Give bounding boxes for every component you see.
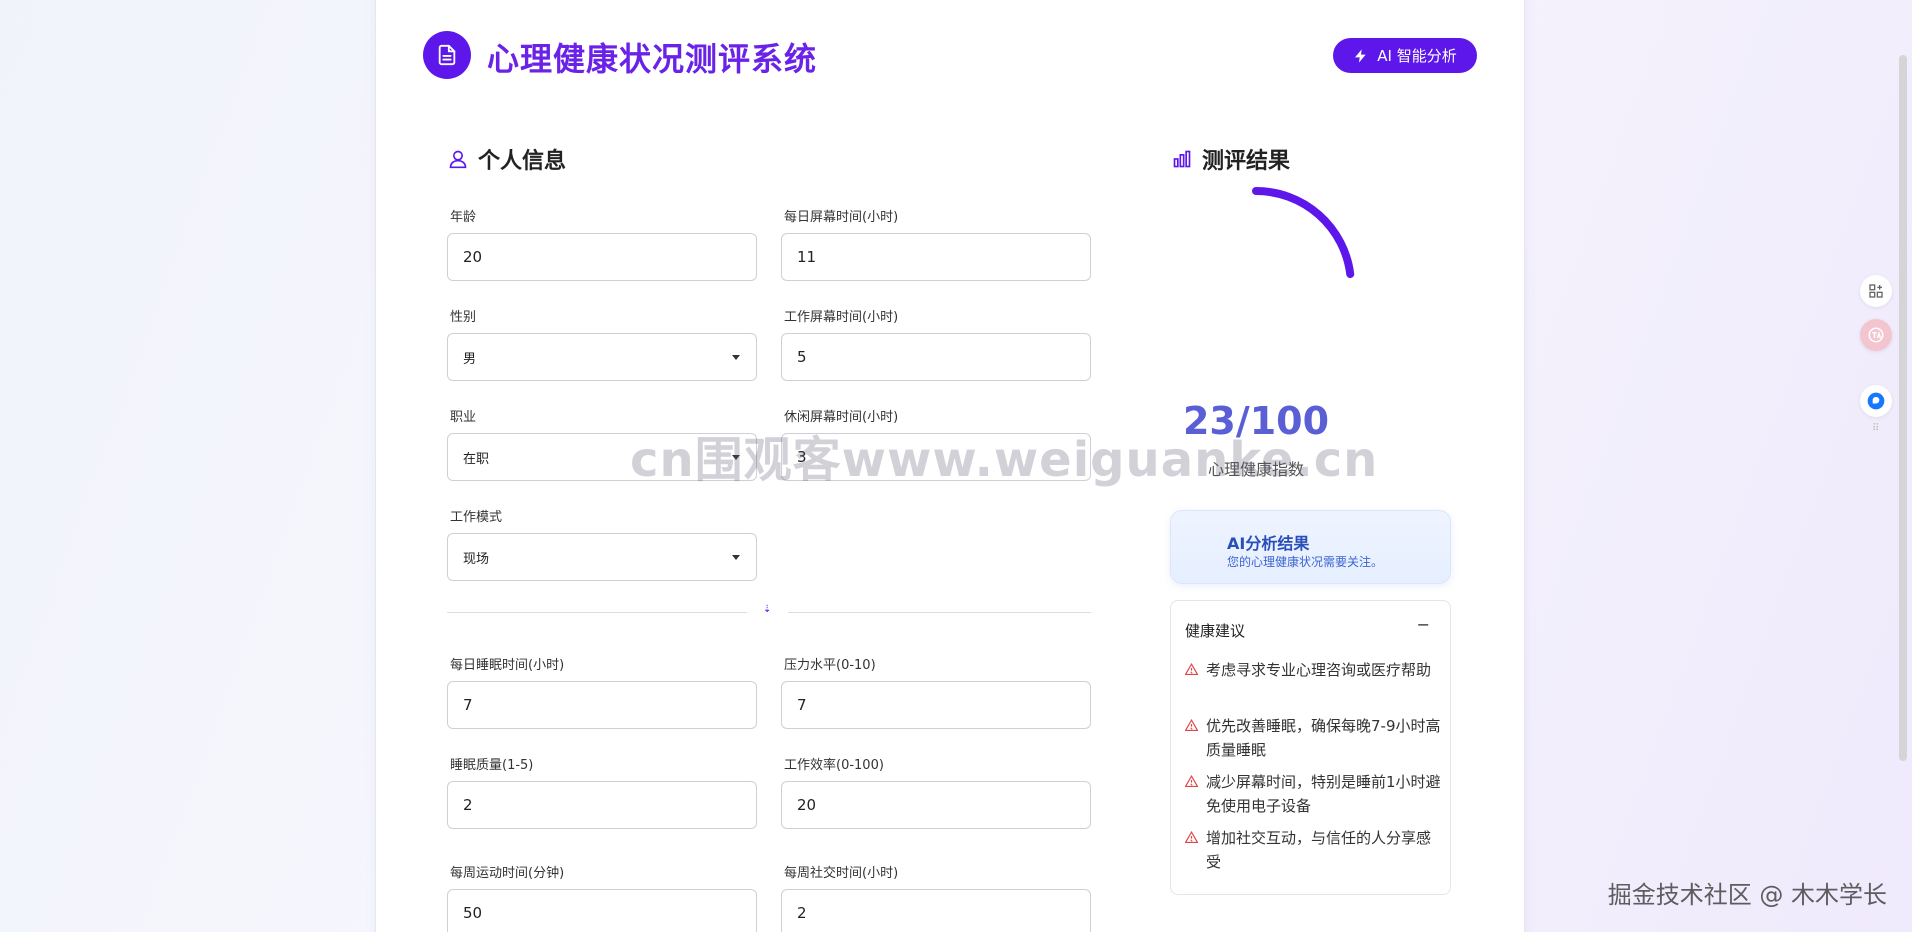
work-mode-select-value: 现场 bbox=[463, 551, 490, 567]
results-heading: 测评结果 bbox=[1172, 143, 1290, 175]
divider-marker-icon: ⇣ bbox=[763, 604, 772, 615]
corner-credit: 掘金技术社区 @ 木木学长 bbox=[1607, 881, 1887, 909]
weekly-social-label: 每周社交时间(小时) bbox=[784, 866, 899, 881]
main-card: 心理健康状况测评系统 AI 智能分析 个人信息 年龄 20 每日屏幕时间(小时)… bbox=[375, 0, 1525, 932]
grid-add-icon[interactable] bbox=[1860, 275, 1892, 307]
warning-icon bbox=[1185, 775, 1198, 787]
ai-result-subtitle: 您的心理健康状况需要关注。 bbox=[1227, 555, 1384, 569]
warning-icon bbox=[1185, 719, 1198, 731]
occupation-label: 职业 bbox=[450, 410, 477, 425]
age-input[interactable]: 20 bbox=[447, 233, 757, 281]
work-mode-label: 工作模式 bbox=[450, 510, 503, 525]
weekly-social-input[interactable]: 2 bbox=[781, 889, 1091, 932]
advice-item: 增加社交互动，与信任的人分享感受 bbox=[1185, 826, 1443, 874]
sleep-hours-label: 每日睡眠时间(小时) bbox=[450, 658, 565, 673]
occupation-select-value: 在职 bbox=[463, 451, 490, 467]
sleep-quality-label: 睡眠质量(1-5) bbox=[450, 758, 534, 773]
work-efficiency-input[interactable]: 20 bbox=[781, 781, 1091, 829]
bar-chart-icon bbox=[1173, 150, 1191, 168]
advice-panel: 健康建议 − 考虑寻求专业心理咨询或医疗帮助 优先改善睡眠，确保每晚7-9小时高… bbox=[1170, 600, 1451, 895]
work-mode-select[interactable]: 现场 bbox=[447, 533, 757, 581]
gender-select-value: 男 bbox=[463, 351, 477, 367]
daily-screen-time-label: 每日屏幕时间(小时) bbox=[784, 210, 899, 225]
ai-analysis-button-label: AI 智能分析 bbox=[1377, 47, 1457, 65]
chevron-down-icon bbox=[732, 455, 740, 460]
results-title: 测评结果 bbox=[1202, 149, 1291, 174]
drag-handle-icon[interactable]: ⠿ bbox=[1872, 423, 1879, 434]
gender-label: 性别 bbox=[450, 310, 477, 325]
section-divider-right bbox=[788, 612, 1091, 613]
advice-item-text: 考虑寻求专业心理咨询或医疗帮助 bbox=[1206, 661, 1432, 679]
lightning-icon bbox=[1355, 48, 1366, 63]
ai-analysis-button[interactable]: AI 智能分析 bbox=[1333, 38, 1477, 73]
score-value: 23/100 bbox=[1182, 399, 1330, 443]
occupation-select[interactable]: 在职 bbox=[447, 433, 757, 481]
stress-level-label: 压力水平(0-10) bbox=[784, 658, 876, 673]
work-efficiency-label: 工作效率(0-100) bbox=[784, 758, 884, 773]
document-icon bbox=[423, 31, 471, 79]
score-label: 心理健康指数 bbox=[1207, 460, 1304, 479]
chevron-down-icon bbox=[732, 355, 740, 360]
leisure-screen-time-label: 休闲屏幕时间(小时) bbox=[784, 410, 899, 425]
advice-title: 健康建议 bbox=[1185, 622, 1246, 640]
stress-level-input[interactable]: 7 bbox=[781, 681, 1091, 729]
page-title: 心理健康状况测评系统 bbox=[487, 40, 818, 78]
advice-collapse-button[interactable]: − bbox=[1417, 615, 1430, 634]
page-scrollbar[interactable] bbox=[1899, 55, 1907, 761]
sleep-hours-input[interactable]: 7 bbox=[447, 681, 757, 729]
advice-item-text: 减少屏幕时间，特别是睡前1小时避免使用电子设备 bbox=[1206, 773, 1441, 815]
advice-item: 考虑寻求专业心理咨询或医疗帮助 bbox=[1185, 658, 1443, 682]
age-label: 年龄 bbox=[450, 210, 477, 225]
work-screen-time-label: 工作屏幕时间(小时) bbox=[784, 310, 899, 325]
personal-info-heading: 个人信息 bbox=[448, 143, 566, 175]
warning-icon bbox=[1185, 663, 1198, 675]
daily-screen-time-input[interactable]: 11 bbox=[781, 233, 1091, 281]
advice-item-text: 优先改善睡眠，确保每晚7-9小时高质量睡眠 bbox=[1206, 717, 1441, 759]
advice-item-text: 增加社交互动，与信任的人分享感受 bbox=[1206, 829, 1432, 871]
advice-item: 减少屏幕时间，特别是睡前1小时避免使用电子设备 bbox=[1185, 770, 1443, 818]
weekly-exercise-input[interactable]: 50 bbox=[447, 889, 757, 932]
chevron-down-icon bbox=[732, 555, 740, 560]
sleep-quality-input[interactable]: 2 bbox=[447, 781, 757, 829]
ai-result-card: AI分析结果 您的心理健康状况需要关注。 bbox=[1170, 510, 1451, 584]
warning-icon bbox=[1185, 831, 1198, 843]
advice-item: 优先改善睡眠，确保每晚7-9小时高质量睡眠 bbox=[1185, 714, 1443, 762]
user-icon bbox=[449, 150, 467, 169]
personal-info-title: 个人信息 bbox=[478, 149, 567, 174]
leisure-screen-time-input[interactable]: 3 bbox=[781, 433, 1091, 481]
ai-result-title: AI分析结果 bbox=[1227, 534, 1310, 553]
chat-icon[interactable] bbox=[1860, 385, 1892, 417]
work-screen-time-input[interactable]: 5 bbox=[781, 333, 1091, 381]
score-gauge bbox=[1252, 187, 1355, 279]
score-gauge-arc bbox=[1252, 187, 1355, 279]
translate-icon[interactable] bbox=[1860, 319, 1892, 351]
gender-select[interactable]: 男 bbox=[447, 333, 757, 381]
section-divider-left bbox=[447, 612, 747, 613]
weekly-exercise-label: 每周运动时间(分钟) bbox=[450, 866, 565, 881]
